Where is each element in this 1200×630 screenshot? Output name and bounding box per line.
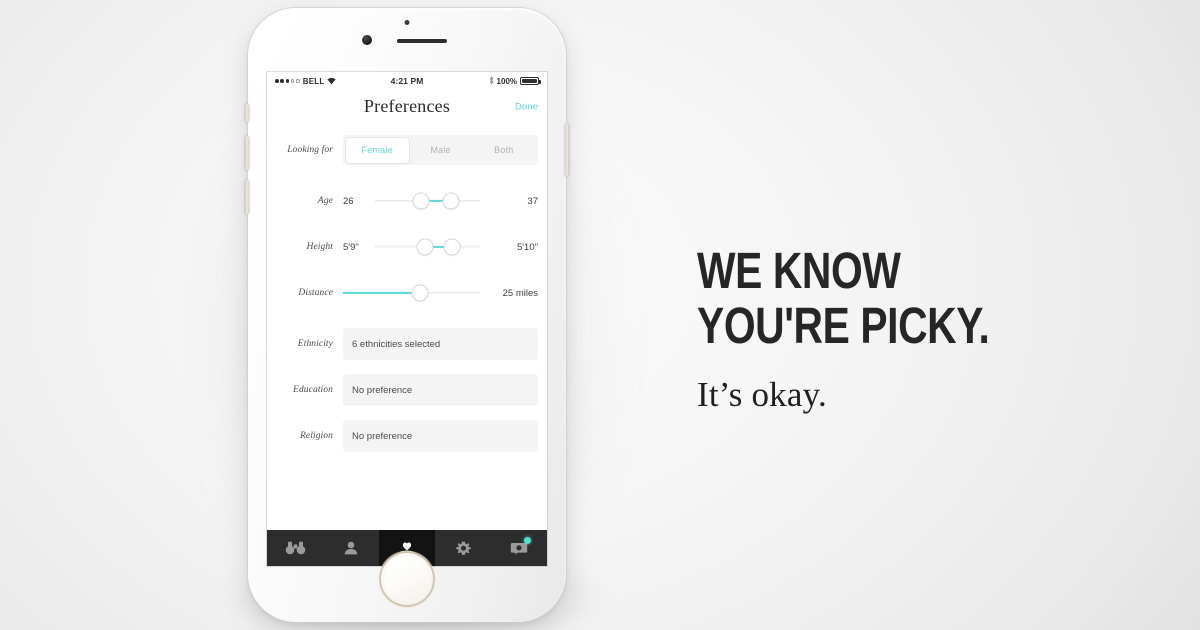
preferences-list: Looking for Female Male Both Age 26 37 H… (267, 123, 547, 459)
row-body-education: No preference (343, 374, 538, 406)
age-slider-max-handle[interactable] (443, 193, 459, 209)
segment-male[interactable]: Male (409, 138, 472, 163)
row-label-ethnicity: Ethnicity (297, 339, 333, 349)
nav-bar: Preferences Done (267, 90, 547, 123)
height-max-value: 5'10" (516, 241, 538, 253)
age-range-slider[interactable] (375, 192, 480, 210)
distance-slider[interactable] (343, 284, 480, 302)
tab-profile[interactable] (323, 530, 379, 566)
row-height: Height 5'9" 5'10" (267, 224, 547, 270)
status-bar: BELL 4:21 PM 100% (267, 72, 547, 90)
headline-line-1: WE KNOW (697, 242, 901, 299)
status-bar-time: 4:21 PM (390, 76, 424, 86)
segment-female[interactable]: Female (345, 137, 409, 163)
row-body-religion: No preference (343, 420, 538, 452)
row-age: Age 26 37 (267, 178, 547, 224)
tab-settings[interactable] (435, 530, 491, 566)
row-label-looking-for: Looking for (287, 145, 333, 155)
headline-line-2: YOU'RE PICKY. (697, 297, 990, 354)
row-distance: Distance 25 miles (267, 270, 547, 316)
row-label-education: Education (293, 385, 333, 395)
subline: It’s okay. (697, 375, 827, 414)
bluetooth-icon (489, 75, 494, 87)
power-button[interactable] (565, 124, 569, 176)
binoculars-icon (285, 541, 306, 555)
age-min-value: 26 (343, 195, 354, 207)
row-body-age: 26 37 (343, 192, 538, 210)
tab-messages[interactable] (491, 530, 547, 566)
earpiece-speaker (397, 39, 447, 43)
mute-switch[interactable] (245, 104, 249, 122)
row-religion: Religion No preference (267, 413, 547, 459)
row-label-distance: Distance (298, 288, 333, 298)
volume-up-button[interactable] (245, 136, 249, 170)
carrier-label: BELL (302, 76, 325, 86)
row-label-age: Age (317, 196, 333, 206)
height-slider-min-handle[interactable] (417, 239, 433, 255)
gear-icon (455, 541, 471, 556)
age-max-value: 37 (527, 195, 538, 207)
row-body-looking-for: Female Male Both (343, 135, 538, 165)
phone-screen: BELL 4:21 PM 100% Preferences Done Looki… (267, 72, 547, 566)
battery-full-icon (520, 76, 542, 86)
row-looking-for: Looking for Female Male Both (267, 127, 547, 173)
distance-value: 25 miles (502, 287, 538, 299)
row-education: Education No preference (267, 367, 547, 413)
battery-percent-label: 100% (496, 76, 518, 86)
status-bar-right: 100% (423, 75, 542, 87)
row-label-height: Height (306, 242, 333, 252)
row-body-ethnicity: 6 ethnicities selected (343, 328, 538, 360)
front-camera-icon (362, 35, 372, 45)
height-range-slider[interactable] (375, 238, 480, 256)
page-title: Preferences (363, 96, 451, 116)
height-min-value: 5'9" (343, 241, 359, 253)
volume-down-button[interactable] (245, 180, 249, 214)
home-button[interactable] (381, 553, 433, 605)
status-bar-left: BELL (275, 77, 391, 86)
iphone-device: BELL 4:21 PM 100% Preferences Done Looki… (245, 8, 569, 622)
tab-discover[interactable] (267, 530, 323, 566)
age-slider-min-handle[interactable] (413, 193, 429, 209)
proximity-sensor-icon (404, 20, 410, 25)
segment-both[interactable]: Both (472, 138, 535, 163)
signal-dots-icon (275, 79, 300, 83)
row-label-religion: Religion (300, 431, 333, 441)
distance-slider-fill (343, 291, 420, 295)
education-field[interactable]: No preference (343, 374, 538, 406)
wifi-icon (327, 77, 337, 85)
ethnicity-field[interactable]: 6 ethnicities selected (343, 328, 538, 360)
marketing-copy: WE KNOW YOU'RE PICKY. It’s okay. (697, 243, 1167, 415)
done-button[interactable]: Done (515, 101, 538, 112)
religion-field[interactable]: No preference (343, 420, 538, 452)
looking-for-segmented-control[interactable]: Female Male Both (343, 135, 538, 165)
distance-slider-handle[interactable] (412, 285, 428, 301)
height-slider-max-handle[interactable] (444, 239, 460, 255)
person-icon (344, 541, 358, 555)
row-body-height: 5'9" 5'10" (343, 238, 538, 256)
row-ethnicity: Ethnicity 6 ethnicities selected (267, 321, 547, 367)
row-body-distance: 25 miles (343, 284, 538, 302)
message-notification-badge (524, 537, 531, 544)
